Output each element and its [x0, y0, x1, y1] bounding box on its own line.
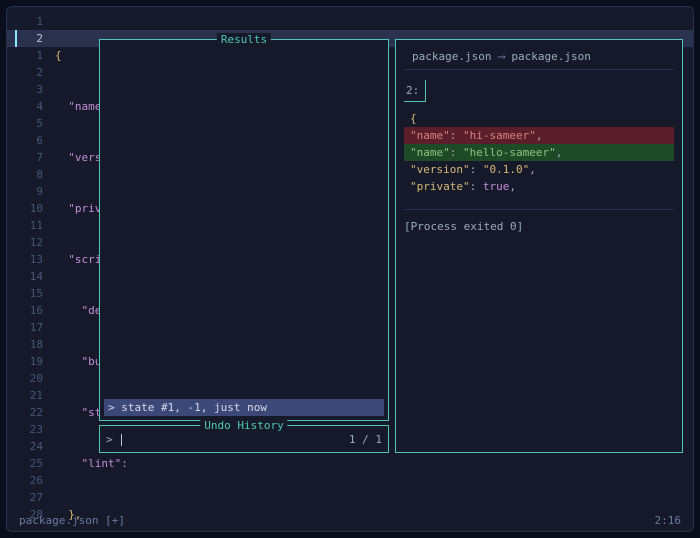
diff-val: "0.1.0": [483, 163, 529, 176]
line-number: 11: [7, 217, 43, 234]
diff-key: "version": [410, 163, 470, 176]
diff-file-b: package.json: [511, 50, 590, 63]
undo-history-panel[interactable]: Undo History > 1 / 1: [99, 425, 389, 453]
line-number-gutter: 1 2 1 2 3 4 5 6 7 8 9 10 11 12 13 14 15 …: [7, 13, 51, 507]
results-body[interactable]: > state #1, -1, just now: [104, 46, 384, 416]
line-number: 22: [7, 404, 43, 421]
process-exit-status: [Process exited 0]: [404, 209, 674, 233]
line-number: 20: [7, 370, 43, 387]
json-key: "lint":: [82, 457, 128, 470]
line-number: 5: [7, 115, 43, 132]
line-number: 1: [7, 47, 43, 64]
diff-preview-panel[interactable]: package.json ⟶ package.json 2: { "name":…: [395, 39, 683, 453]
diff-key: "private": [410, 180, 470, 193]
results-title: Results: [217, 33, 271, 46]
line-number: 24: [7, 438, 43, 455]
diff-file-a: package.json: [412, 50, 491, 63]
line-number: 7: [7, 149, 43, 166]
brace: },: [68, 508, 81, 521]
results-panel[interactable]: Results > state #1, -1, just now: [99, 39, 389, 421]
line-number: 10: [7, 200, 43, 217]
diff-header: package.json ⟶ package.json: [404, 40, 674, 70]
line-number: 25: [7, 455, 43, 472]
diff-val: "hello-sameer": [463, 146, 556, 159]
line-number: 8: [7, 166, 43, 183]
diff-val: true: [483, 180, 510, 193]
prompt-caret: >: [106, 433, 113, 446]
editor-window: 1 2 1 2 3 4 5 6 7 8 9 10 11 12 13 14 15 …: [6, 6, 694, 532]
line-number: 3: [7, 81, 43, 98]
undo-state-item[interactable]: > state #1, -1, just now: [104, 399, 384, 416]
line-number: 15: [7, 285, 43, 302]
prompt-area[interactable]: >: [106, 433, 122, 446]
brace: {: [410, 112, 417, 125]
line-number: 2: [7, 30, 43, 47]
diff-key: "name": [410, 146, 450, 159]
match-counter: 1 / 1: [349, 433, 382, 446]
undo-history-title: Undo History: [200, 419, 287, 432]
line-number: 4: [7, 98, 43, 115]
diff-key: "name": [410, 129, 450, 142]
line-number: 18: [7, 336, 43, 353]
line-number: 14: [7, 268, 43, 285]
brace: {: [55, 49, 62, 62]
diff-hunk-label: 2:: [404, 80, 426, 102]
line-number: 9: [7, 183, 43, 200]
line-number: 26: [7, 472, 43, 489]
line-number: 13: [7, 251, 43, 268]
arrow-icon: ⟶: [498, 50, 505, 63]
line-number: 23: [7, 421, 43, 438]
line-number: 27: [7, 489, 43, 506]
line-number: 19: [7, 353, 43, 370]
text-cursor: [121, 434, 122, 446]
line-number: 6: [7, 132, 43, 149]
line-number: 16: [7, 302, 43, 319]
diff-lines: { "name": "hi-sameer", "name": "hello-sa…: [404, 110, 674, 195]
line-number: 17: [7, 319, 43, 336]
diff-val: "hi-sameer": [463, 129, 536, 142]
line-number: 1: [7, 13, 43, 30]
line-number: 2: [7, 64, 43, 81]
line-number: 21: [7, 387, 43, 404]
line-number: 12: [7, 234, 43, 251]
